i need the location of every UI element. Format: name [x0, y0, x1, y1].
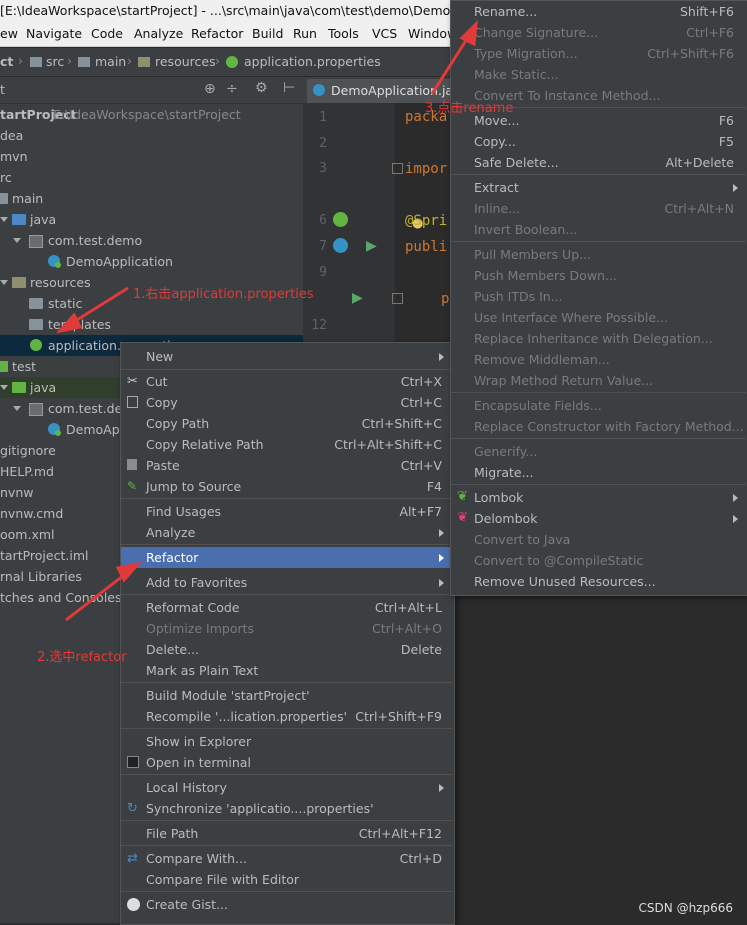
annotation-arrow-3	[430, 33, 472, 95]
annotation-step-1: 1.右击application.properties	[133, 287, 314, 302]
annotation-arrow-1	[71, 286, 129, 325]
annotation-step-3: 3.点击rename	[425, 101, 514, 116]
annotation-arrow-1-head	[55, 312, 83, 334]
watermark: CSDN @hzp666	[638, 901, 733, 915]
annotation-arrows	[55, 19, 478, 622]
annotation-arrow-2	[65, 570, 129, 622]
annotation-step-2: 2.选中refactor	[37, 650, 127, 665]
